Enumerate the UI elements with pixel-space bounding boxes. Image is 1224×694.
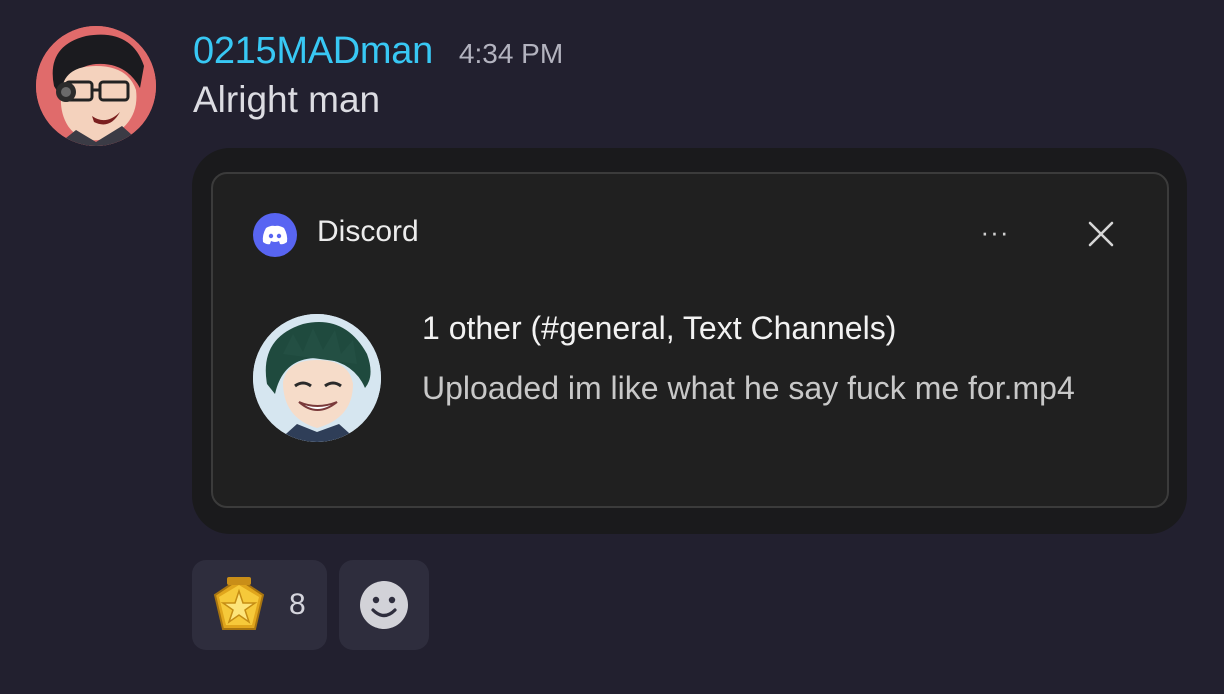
toast-title: 1 other (#general, Text Channels)	[422, 310, 897, 346]
anime-boy-avatar-icon	[253, 314, 381, 442]
reaction-button[interactable]: 8	[192, 560, 327, 650]
close-icon	[1077, 210, 1125, 258]
message-text: Alright man	[193, 79, 381, 120]
avatar[interactable]	[36, 26, 156, 146]
toast-app-name: Discord	[317, 215, 419, 248]
discord-logo-icon	[253, 213, 297, 257]
notification-toast-image: Discord ··· 1 other (#general, Text Chan…	[211, 172, 1169, 508]
username[interactable]: 0215MADman	[193, 30, 433, 73]
message-header: 0215MADman 4:34 PM	[193, 30, 563, 73]
toast-body: Uploaded im like what he say fuck me for…	[422, 370, 1075, 406]
image-attachment[interactable]: Discord ··· 1 other (#general, Text Chan…	[192, 148, 1187, 534]
reaction-count: 8	[289, 588, 306, 621]
cartoon-glasses-avatar-icon	[36, 26, 156, 146]
gold-star-badge-icon	[213, 577, 265, 630]
more-options-icon: ···	[980, 216, 1010, 247]
timestamp: 4:34 PM	[458, 38, 564, 69]
smiley-add-reaction-icon	[360, 581, 408, 629]
add-reaction-button[interactable]	[339, 560, 429, 650]
chat-message: 0215MADman 4:34 PM Alright man Discord ·…	[0, 0, 1224, 694]
